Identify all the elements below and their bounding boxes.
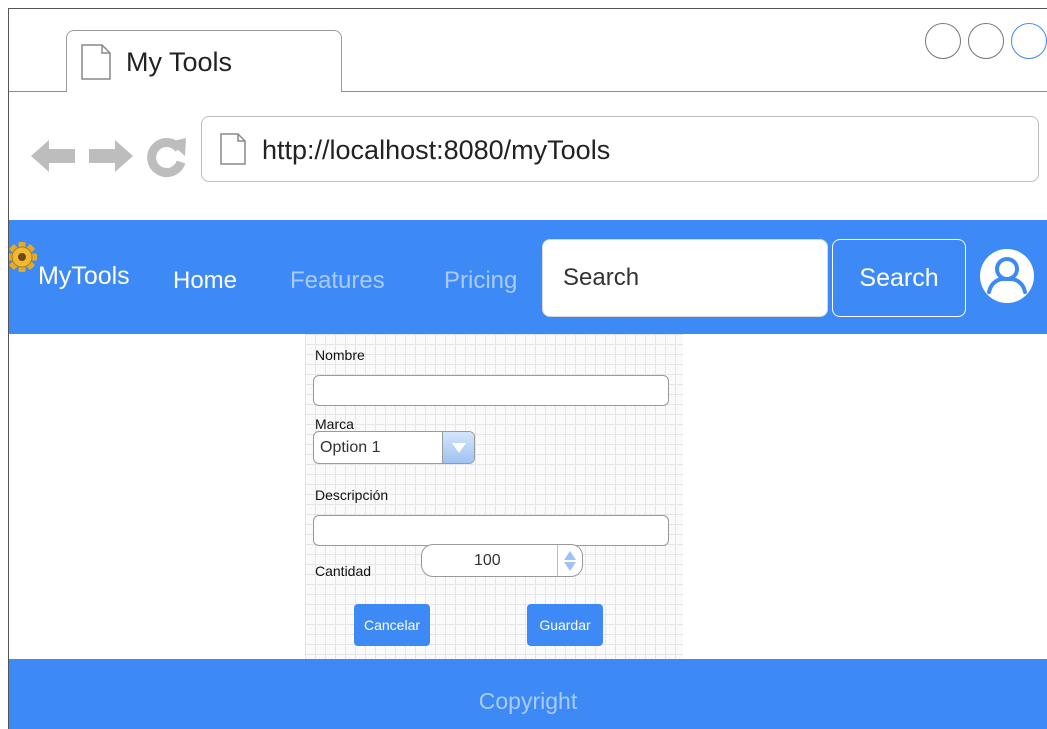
nav-link-home[interactable]: Home bbox=[173, 267, 237, 295]
url-text: http://localhost:8080/myTools bbox=[262, 135, 611, 165]
descripcion-label: Descripción bbox=[315, 487, 389, 503]
marca-selected-value: Option 1 bbox=[320, 439, 381, 456]
cancel-button[interactable]: Cancelar bbox=[354, 604, 430, 646]
nombre-label: Nombre bbox=[315, 347, 365, 363]
chevron-up-icon[interactable] bbox=[564, 550, 576, 560]
gear-icon bbox=[9, 240, 39, 279]
chevron-down-icon[interactable] bbox=[564, 561, 576, 571]
window-controls bbox=[925, 23, 1047, 59]
footer: Copyright bbox=[9, 659, 1047, 729]
cantidad-stepper[interactable]: 100 bbox=[421, 544, 583, 577]
address-bar[interactable]: http://localhost:8080/myTools bbox=[201, 116, 1039, 182]
chevron-down-icon[interactable] bbox=[442, 432, 474, 463]
cantidad-value: 100 bbox=[474, 552, 501, 569]
tab-bar: My Tools bbox=[9, 9, 1047, 92]
marca-label: Marca bbox=[315, 416, 354, 432]
minimize-button[interactable] bbox=[925, 23, 961, 59]
save-button[interactable]: Guardar bbox=[527, 604, 603, 646]
copyright-text: Copyright bbox=[478, 688, 578, 714]
nombre-field[interactable] bbox=[313, 375, 669, 406]
nav-link-features[interactable]: Features bbox=[290, 267, 385, 295]
close-button[interactable] bbox=[1011, 23, 1047, 59]
brand-logo[interactable]: MyTools bbox=[38, 262, 130, 291]
browser-tab[interactable]: My Tools bbox=[66, 30, 342, 92]
marca-select[interactable]: Option 1 bbox=[313, 431, 475, 464]
descripcion-field[interactable] bbox=[313, 515, 669, 546]
main-content: Nombre Marca Option 1 Descripción Cantid… bbox=[9, 334, 1047, 659]
back-arrow-icon[interactable] bbox=[29, 137, 77, 180]
document-icon bbox=[81, 44, 111, 85]
maximize-button[interactable] bbox=[968, 23, 1004, 59]
tab-title: My Tools bbox=[126, 47, 233, 77]
cantidad-label: Cantidad bbox=[315, 563, 372, 579]
stepper-arrows[interactable] bbox=[557, 545, 582, 576]
user-avatar-icon[interactable] bbox=[979, 248, 1035, 309]
document-icon bbox=[220, 133, 246, 170]
forward-arrow-icon[interactable] bbox=[87, 137, 135, 180]
browser-window: My Tools http://localhost:8080/myTools M… bbox=[8, 8, 1047, 729]
search-button[interactable]: Search bbox=[832, 239, 966, 317]
nav-link-pricing[interactable]: Pricing bbox=[444, 267, 517, 295]
product-form: Nombre Marca Option 1 Descripción Cantid… bbox=[305, 334, 683, 659]
address-row: http://localhost:8080/myTools bbox=[9, 92, 1047, 220]
reload-icon[interactable] bbox=[145, 136, 187, 183]
navbar: MyTools Home Features Pricing Search bbox=[9, 220, 1047, 334]
search-input[interactable] bbox=[542, 239, 828, 317]
